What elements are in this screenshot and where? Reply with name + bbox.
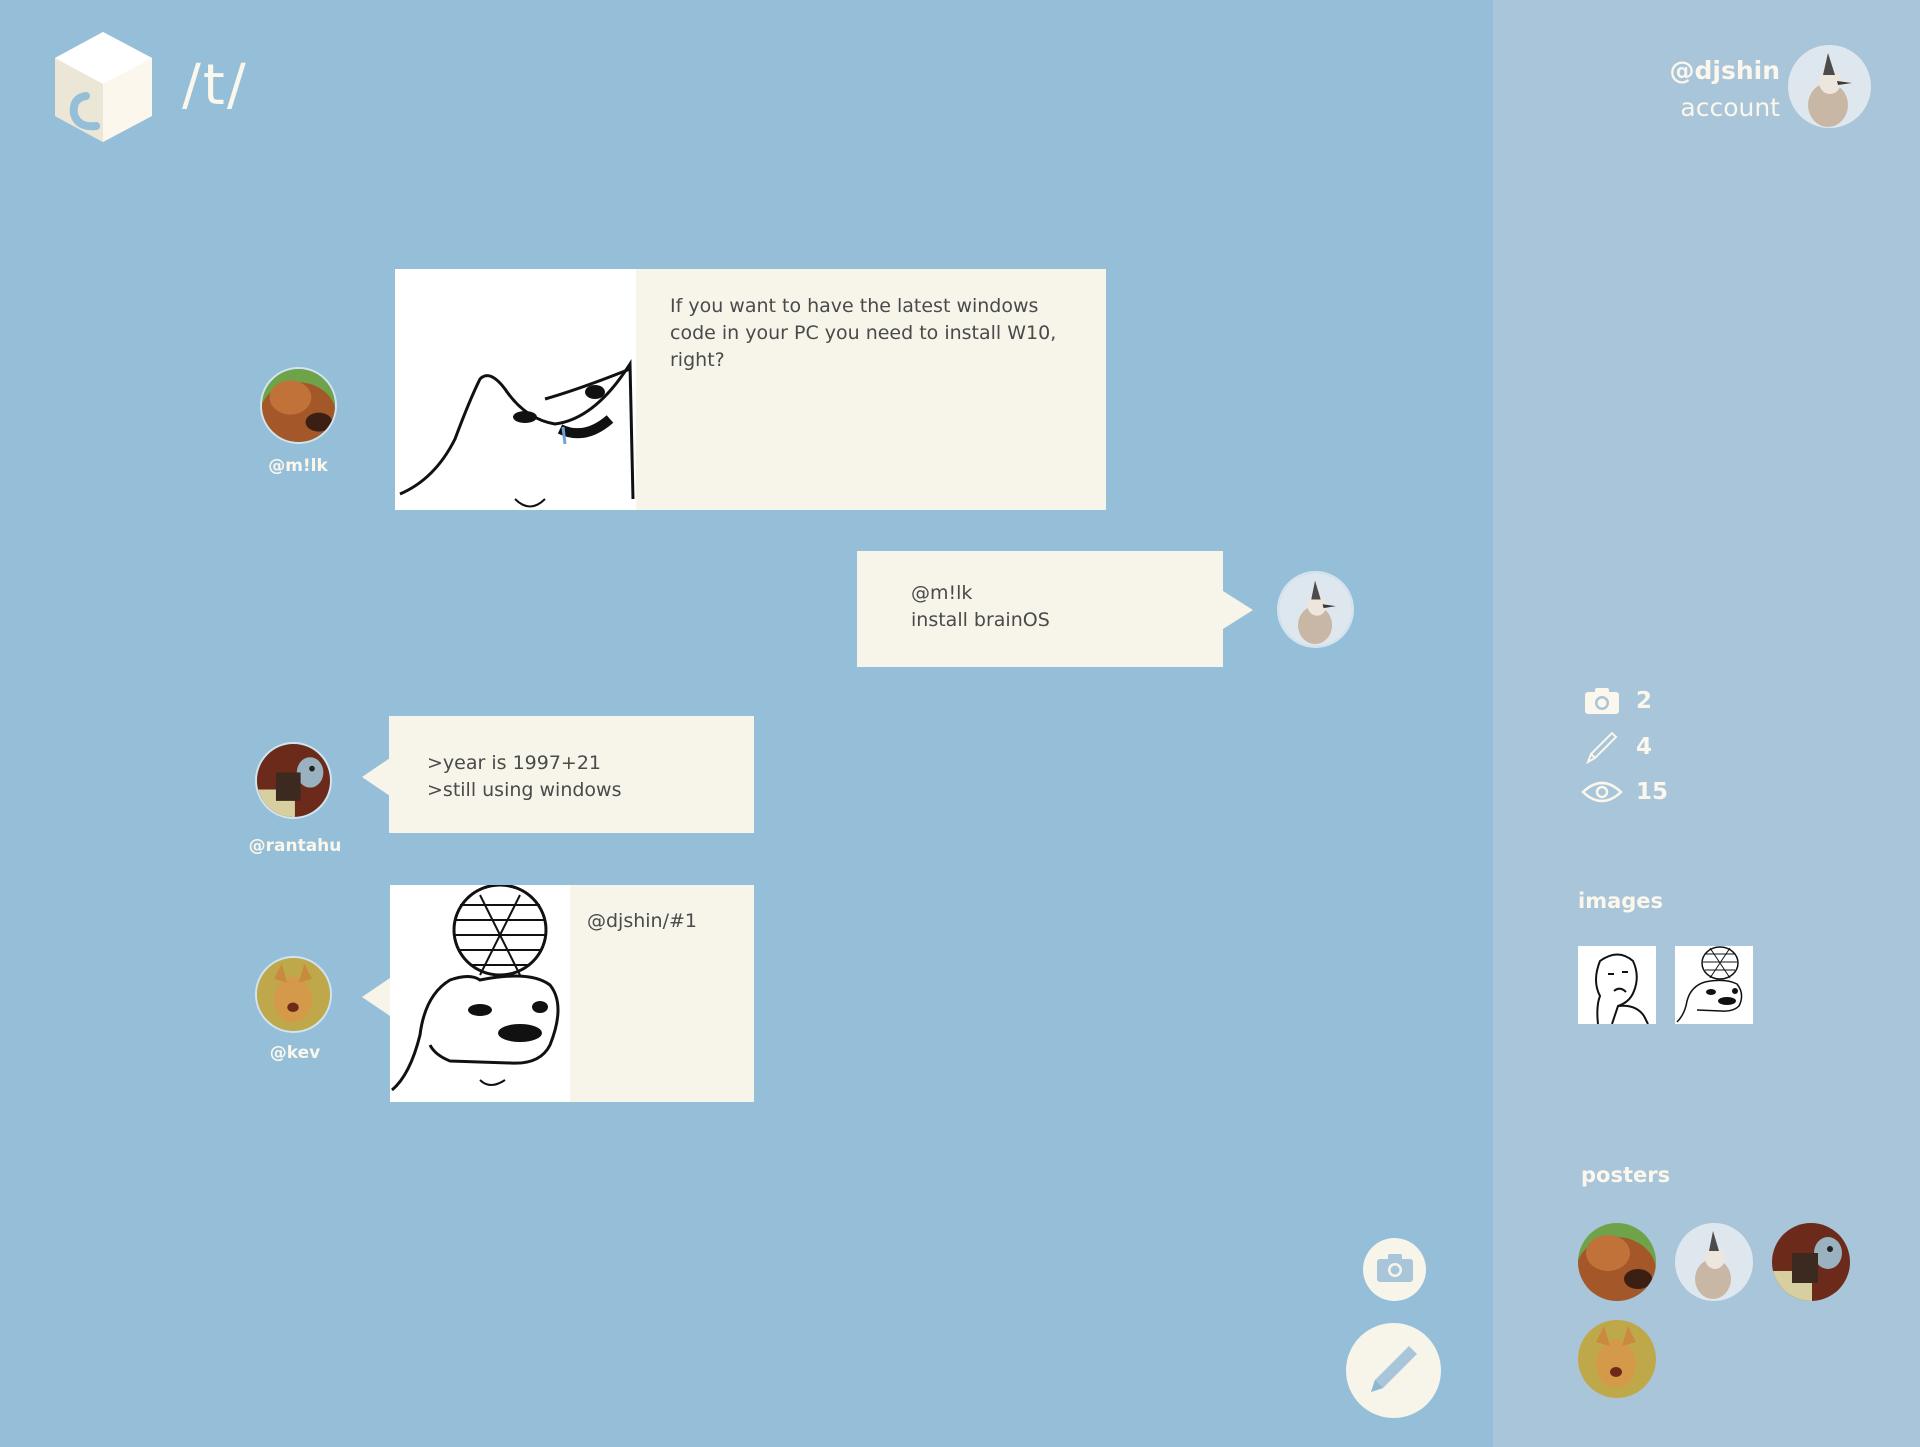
username-milk[interactable]: @m!lk: [238, 456, 358, 476]
username-kev[interactable]: @kev: [235, 1043, 355, 1063]
post-text-2: install brainOS: [911, 609, 1050, 631]
poster-avatar-milk[interactable]: [1578, 1223, 1656, 1301]
post-mention-2[interactable]: @m!lk: [911, 580, 972, 607]
stat-views: 15: [1580, 774, 1668, 810]
new-post-button[interactable]: [1346, 1323, 1441, 1418]
post-text-1: If you want to have the latest windows c…: [670, 295, 1057, 371]
account-avatar[interactable]: [1788, 45, 1871, 128]
pencil-icon: [1580, 729, 1624, 765]
images-heading: images: [1578, 889, 1664, 913]
sidebar-image-1[interactable]: [1578, 946, 1656, 1024]
stat-images-count: 2: [1636, 688, 1653, 714]
username-rantahu[interactable]: @rantahu: [235, 836, 355, 856]
bubble-tail: [1223, 591, 1253, 629]
stat-posts: 4: [1580, 729, 1652, 765]
bubble-tail: [362, 978, 390, 1016]
avatar-milk[interactable]: [260, 367, 337, 444]
avatar-djshin-post[interactable]: [1277, 571, 1354, 648]
pencil-icon: [1365, 1340, 1423, 1402]
avatar-kev[interactable]: [255, 956, 332, 1033]
eye-icon: [1580, 774, 1624, 810]
poster-avatar-djshin[interactable]: [1675, 1223, 1753, 1301]
post-image-1[interactable]: [395, 269, 636, 510]
post-bubble-2: @m!lk install brainOS: [857, 551, 1223, 667]
camera-icon: [1580, 683, 1624, 719]
sidebar-image-2[interactable]: [1675, 946, 1753, 1024]
site-logo[interactable]: [52, 30, 155, 144]
bubble-tail: [362, 758, 390, 796]
post-image-4[interactable]: [390, 885, 570, 1102]
post-mention-4[interactable]: @djshin/#1: [587, 908, 697, 935]
post-bubble-4: @djshin/#1: [390, 885, 754, 1102]
post-bubble-3: >year is 1997+21 >still using windows: [389, 716, 754, 833]
account-link[interactable]: account: [1680, 90, 1780, 125]
board-title[interactable]: /t/: [182, 58, 248, 114]
posters-heading: posters: [1581, 1163, 1671, 1187]
greentext-line-1: >year is 1997+21: [427, 752, 602, 774]
greentext-line-2: >still using windows: [427, 779, 622, 801]
account-username[interactable]: @djshin: [1669, 53, 1780, 88]
camera-icon: [1376, 1253, 1414, 1287]
post-bubble-1: If you want to have the latest windows c…: [395, 269, 1106, 510]
poster-avatar-rantahu[interactable]: [1772, 1223, 1850, 1301]
stat-views-count: 15: [1636, 779, 1669, 805]
avatar-rantahu[interactable]: [255, 742, 332, 819]
thread-view: /t/ @m!lk If you want to have the latest…: [0, 0, 1493, 1447]
poster-avatar-kev[interactable]: [1578, 1320, 1656, 1398]
upload-image-button[interactable]: [1363, 1238, 1426, 1301]
stat-posts-count: 4: [1636, 734, 1653, 760]
stat-images: 2: [1580, 683, 1652, 719]
